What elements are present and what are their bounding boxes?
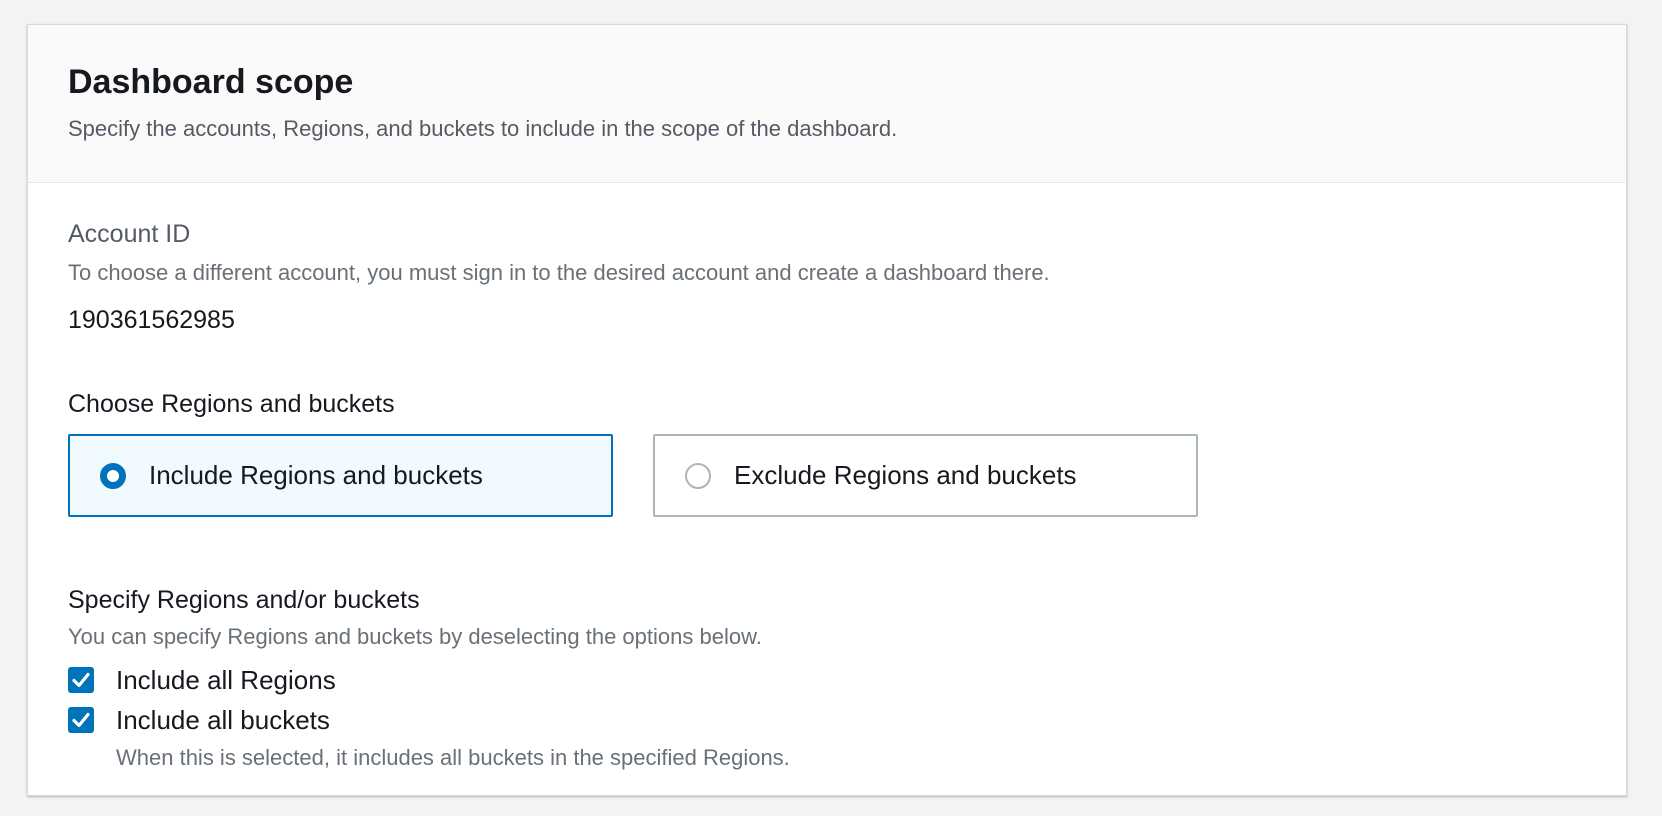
account-id-value: 190361562985: [68, 306, 235, 334]
checkmark-icon: [72, 712, 90, 728]
exclude-regions-radio[interactable]: [685, 463, 711, 489]
include-all-regions-checkbox[interactable]: [68, 667, 94, 693]
specify-regions-hint: You can specify Regions and buckets by d…: [68, 624, 762, 649]
include-regions-radio[interactable]: [100, 463, 126, 489]
include-all-buckets-checkbox[interactable]: [68, 707, 94, 733]
specify-regions-label: Specify Regions and/or buckets: [68, 586, 420, 614]
exclude-regions-tile[interactable]: Exclude Regions and buckets: [653, 434, 1198, 517]
panel-description: Specify the accounts, Regions, and bucke…: [68, 116, 898, 141]
dashboard-scope-panel: Dashboard scope Specify the accounts, Re…: [27, 24, 1627, 796]
include-all-buckets-label[interactable]: Include all buckets: [116, 704, 330, 736]
include-all-regions-label[interactable]: Include all Regions: [116, 664, 336, 696]
panel-header: Dashboard scope Specify the accounts, Re…: [28, 25, 1626, 183]
exclude-regions-label: Exclude Regions and buckets: [734, 460, 1077, 490]
include-regions-tile[interactable]: Include Regions and buckets: [68, 434, 613, 517]
include-all-buckets-description: When this is selected, it includes all b…: [116, 745, 790, 770]
choose-regions-label: Choose Regions and buckets: [68, 390, 395, 418]
account-id-hint: To choose a different account, you must …: [68, 260, 1050, 285]
checkmark-icon: [72, 672, 90, 688]
account-id-label: Account ID: [68, 220, 191, 248]
include-regions-label: Include Regions and buckets: [149, 460, 483, 490]
panel-title: Dashboard scope: [68, 63, 354, 101]
